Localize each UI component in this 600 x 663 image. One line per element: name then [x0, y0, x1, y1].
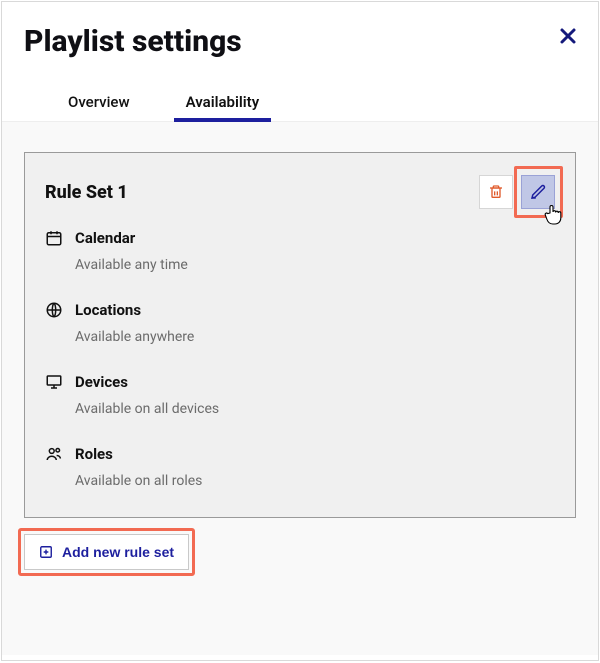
tab-bar: Overview Availability	[24, 89, 576, 121]
section-locations-label: Locations	[75, 301, 141, 319]
globe-icon	[45, 301, 63, 319]
trash-icon	[488, 184, 504, 200]
dialog-title: Playlist settings	[24, 24, 576, 59]
plus-square-icon	[39, 545, 53, 559]
calendar-icon	[45, 229, 63, 247]
dialog-header: Playlist settings Overview Availability	[2, 2, 598, 121]
section-calendar-value: Available any time	[75, 257, 555, 273]
pencil-icon	[529, 183, 547, 201]
section-roles-value: Available on all roles	[75, 473, 555, 489]
playlist-settings-dialog: Playlist settings Overview Availability …	[1, 1, 599, 661]
edit-rule-set-wrap	[521, 175, 555, 209]
edit-rule-set-button[interactable]	[521, 175, 555, 209]
content-area: Rule Set 1	[2, 121, 598, 655]
close-button[interactable]	[556, 24, 580, 48]
add-new-rule-set-button[interactable]: Add new rule set	[24, 534, 189, 570]
tab-overview[interactable]: Overview	[46, 89, 152, 121]
section-locations-value: Available anywhere	[75, 329, 555, 345]
rule-set-header: Rule Set 1	[45, 175, 555, 209]
users-icon	[45, 445, 63, 463]
tab-availability[interactable]: Availability	[180, 89, 266, 121]
add-rule-set-row: Add new rule set	[24, 534, 576, 570]
delete-rule-set-button[interactable]	[479, 175, 513, 209]
section-devices-label: Devices	[75, 373, 128, 391]
close-icon	[559, 27, 577, 45]
monitor-icon	[45, 373, 63, 391]
section-devices-value: Available on all devices	[75, 401, 555, 417]
section-locations: Locations Available anywhere	[45, 301, 555, 345]
section-devices: Devices Available on all devices	[45, 373, 555, 417]
rule-set-title: Rule Set 1	[45, 182, 128, 203]
section-roles-label: Roles	[75, 445, 113, 463]
rule-set-card: Rule Set 1	[24, 152, 576, 518]
section-calendar-label: Calendar	[75, 229, 135, 247]
add-new-rule-set-label: Add new rule set	[62, 544, 174, 560]
section-calendar: Calendar Available any time	[45, 229, 555, 273]
section-roles: Roles Available on all roles	[45, 445, 555, 489]
rule-set-actions	[479, 175, 555, 209]
